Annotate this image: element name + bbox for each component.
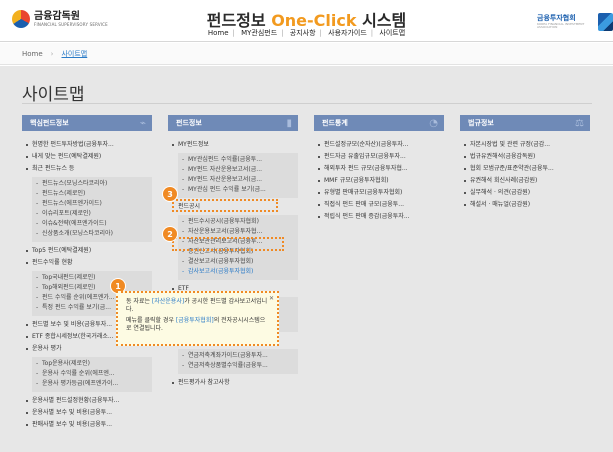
sitemap-item[interactable]: 직접식 펀드 판매 규모(금융투... (318, 199, 444, 211)
sitemap-subitem[interactable]: MY관심펀드 수익률(금융투... (182, 155, 298, 165)
sitemap-subitem[interactable]: 펀드뉴스(에프엔가이드) (36, 199, 152, 209)
sitemap-subitem[interactable]: MY펀드 자산운용보고서(금... (182, 175, 298, 185)
sitemap-item[interactable]: 적립식 펀드 판매 증감(금융투자... (318, 211, 444, 223)
sitemap-item[interactable]: Top5 펀드(예탁결제원) (26, 245, 152, 257)
sitemap-subitem[interactable]: 결산보고서(금융투자협회) (182, 257, 298, 267)
sitemap-item[interactable]: 판매사별 보수 및 비용(금융투... (26, 419, 152, 431)
kofia-sub: KOREA FINANCIAL INVESTMENT ASSOCIATION (537, 22, 585, 29)
column-fund-info: 펀드정보▮ MY펀드정보MY관심펀드 수익률(금융투...MY펀드 자산운용보고… (168, 115, 298, 389)
kofia-logo[interactable]: 금융투자협회 KOREA FINANCIAL INVESTMENT ASSOCI… (537, 13, 613, 31)
sitemap-item[interactable]: 펀드설정규모(순자산)(금융투자... (318, 139, 444, 151)
column-core-fund-info: 핵심펀드정보 ⌁ 현명한 펀드투자방법(금융투자... 내게 맞는 펀드(예탁결제원… (22, 115, 152, 431)
column-body: 펀드설정규모(순자산)(금융투자... 펀드자금 유출입규모(금융투자... 해외투… (314, 131, 444, 223)
breadcrumb: Home › 사이트맵 (0, 43, 613, 65)
page-title: 사이트맵 (22, 85, 85, 105)
sitemap-item[interactable]: 내게 맞는 펀드(예탁결제원) (26, 151, 152, 163)
sitemap-content: 사이트맵 핵심펀드정보 ⌁ 현명한 펀드투자방법(금융투자... 내게 맞는 펀드(… (0, 66, 613, 452)
sitemap-item[interactable]: 실무해석 · 의견(금감원) (464, 187, 590, 199)
sitemap-subitem[interactable]: 이슈리포트(제로인) (36, 209, 152, 219)
sitemap-subitem[interactable]: 신상품소개(모닝스타코리아) (36, 229, 152, 239)
tooltip-line-2: 메뉴를 클릭할 경우 [금융투자협회]의 전자공시시스템으로 연결됩니다. (126, 317, 266, 333)
sitemap-subitem[interactable]: 연금저축상품별수익률(금융투... (182, 361, 298, 371)
nav-notice[interactable]: 공지사항 (290, 29, 316, 37)
sitemap-subitem[interactable]: 펀드수시공시(금융투자협회) (182, 217, 298, 227)
top-nav: Home | MY관심펀드 | 공지사항 | 사용자가이드 | 사이트맵 (207, 29, 406, 37)
sitemap-item[interactable]: 펀드평가사 참고사항 (172, 377, 298, 389)
highlight-custody-report (172, 237, 284, 251)
sitemap-item[interactable]: 유형별 판매규모(금융투자협회) (318, 187, 444, 199)
sitemap-item[interactable]: 현명한 펀드투자방법(금융투자... (26, 139, 152, 151)
sitemap-subitem[interactable]: Top국내펀드(제로인) (36, 273, 152, 283)
sitemap-subitem[interactable]: 이슈&전략(에프엔가이드) (36, 219, 152, 229)
column-body: 자본시장법 및 관련 규정(금감... 법규유권해석(금융감독원) 협회 모범규준/… (460, 131, 590, 211)
column-header: 법규정보 ⚖ (460, 115, 590, 131)
scales-icon: ⚖ (575, 117, 584, 129)
kofia-name: 금융투자협회 (537, 14, 576, 22)
column-header: 펀드통계 ◔ (314, 115, 444, 131)
sitemap-subitem[interactable]: 펀드뉴스(제로인) (36, 189, 152, 199)
sitemap-item[interactable]: MMF 규모(금융투자협회) (318, 175, 444, 187)
sitemap-sublist: MY관심펀드 수익률(금융투...MY펀드 자산운용보고서(금...MY펀드 자… (178, 153, 298, 198)
sitemap-subitem[interactable]: MY관심 펀드 수익률 보기(금... (182, 185, 298, 195)
audit-report-tooltip: ✕ 동 자료는 [자산운용사]가 공시한 펀드별 감사보고서입니다. 메뉴를 클… (116, 291, 279, 346)
nav-user-guide[interactable]: 사용자가이드 (328, 29, 367, 37)
sitemap-item[interactable]: 법규유권해석(금융감독원) (464, 151, 590, 163)
header: 금융감독원 FINANCIAL SUPERVISORY SERVICE 펀드정보… (0, 0, 613, 42)
marker-3: 3 (163, 187, 177, 201)
sitemap-sublist: 연금저축계좌가이드(금융투자...연금저축상품별수익률(금융투... (178, 349, 298, 374)
nav-my-fund[interactable]: MY관심펀드 (241, 29, 277, 37)
sitemap-subitem[interactable]: 운용사 평가등급(에프엔가이... (36, 379, 152, 389)
marker-2: 2 (163, 227, 177, 241)
column-header: 핵심펀드정보 ⌁ (22, 115, 152, 131)
sitemap-item[interactable]: 자본시장법 및 관련 규정(금감... (464, 139, 590, 151)
sitemap-item[interactable]: MY펀드정보 (172, 139, 298, 151)
column-legal-info: 법규정보 ⚖ 자본시장법 및 관련 규정(금감... 법규유권해석(금융감독원) 협회… (460, 115, 590, 211)
sitemap-item[interactable]: 해외투자 펀드 규모(금융투자협... (318, 163, 444, 175)
sitemap-item[interactable]: 펀드자금 유출입규모(금융투자... (318, 151, 444, 163)
sitemap-subitem[interactable]: 펀드뉴스(모닝스타코리아) (36, 179, 152, 189)
sitemap-sublist: Top운용사(제로인)운용사 수익률 순위(에프엔...운용사 평가등급(에프엔… (32, 357, 152, 392)
title-divider (22, 103, 592, 104)
sitemap-item[interactable]: 협회 모범규준/표준약관(금융투... (464, 163, 590, 175)
sitemap-item[interactable]: 펀드수익률 현황 (26, 257, 152, 269)
highlight-fund-disclosure (172, 199, 278, 212)
breadcrumb-current[interactable]: 사이트맵 (61, 49, 87, 59)
sitemap-subitem[interactable]: 자산운용보고서(금융투자협... (182, 227, 298, 237)
sitemap-item[interactable]: 유권해석 회신사례(금감원) (464, 175, 590, 187)
breadcrumb-home[interactable]: Home (22, 50, 43, 58)
sitemap-item[interactable]: 운용사별 펀드설정현황(금융투자... (26, 395, 152, 407)
sitemap-subitem[interactable]: 감사보고서(금융투자협회) (182, 267, 298, 277)
column-body: MY펀드정보MY관심펀드 수익률(금융투...MY펀드 자산운용보고서(금...… (168, 131, 298, 389)
column-fund-stats: 펀드통계 ◔ 펀드설정규모(순자산)(금융투자... 펀드자금 유출입규모(금융투자… (314, 115, 444, 223)
sitemap-item[interactable]: 최근 펀드뉴스 등 (26, 163, 152, 175)
sitemap-sublist: 펀드뉴스(모닝스타코리아)펀드뉴스(제로인)펀드뉴스(에프엔가이드)이슈리포트(… (32, 177, 152, 242)
kofia-emblem-icon (597, 13, 613, 31)
line-chart-icon: ⌁ (139, 117, 146, 129)
close-icon[interactable]: ✕ (269, 295, 274, 303)
column-header: 펀드정보 ▮ (168, 115, 298, 131)
chevron-right-icon: › (50, 49, 54, 58)
sitemap-subitem[interactable]: 운용사 수익률 순위(에프엔... (36, 369, 152, 379)
sitemap-item[interactable]: 해설서 · 매뉴얼(금감원) (464, 199, 590, 211)
nav-home[interactable]: Home (208, 29, 229, 37)
sitemap-subitem[interactable]: Top운용사(제로인) (36, 359, 152, 369)
sitemap-subitem[interactable]: MY펀드 자산운용보고서(금... (182, 165, 298, 175)
bar-chart-icon: ▮ (286, 117, 292, 129)
pie-chart-icon: ◔ (429, 117, 438, 129)
sitemap-item[interactable]: 운용사별 보수 및 비용(금융투... (26, 407, 152, 419)
sitemap-subitem[interactable]: 연금저축계좌가이드(금융투자... (182, 351, 298, 361)
nav-sitemap[interactable]: 사이트맵 (379, 29, 405, 37)
column-body: 현명한 펀드투자방법(금융투자... 내게 맞는 펀드(예탁결제원) 최근 펀드뉴스… (22, 131, 152, 431)
tooltip-line-1: 동 자료는 [자산운용사]가 공시한 펀드별 감사보고서입니다. (126, 298, 268, 314)
